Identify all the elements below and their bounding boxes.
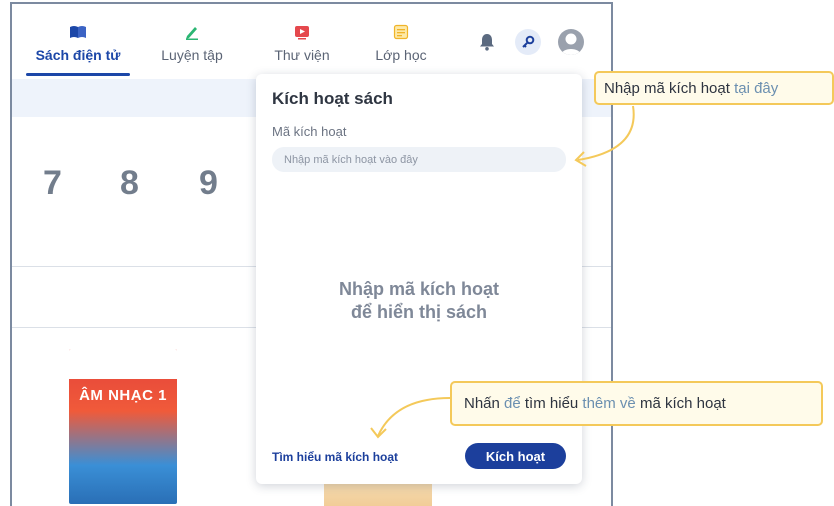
- avatar-icon[interactable]: [558, 29, 584, 55]
- callout-text-highlight: tại đây: [734, 79, 779, 97]
- book-cover-music-1[interactable]: ÂM NHẠC 1: [69, 349, 177, 504]
- empty-line: Nhập mã kích hoạt: [338, 279, 500, 299]
- active-tab-indicator: [26, 73, 130, 76]
- grade-number[interactable]: 8: [120, 164, 139, 203]
- bell-icon[interactable]: [478, 32, 496, 52]
- tab-label: Thư viện: [274, 47, 330, 63]
- tab-label: Lớp học: [375, 47, 427, 63]
- tab-classroom[interactable]: Lớp học: [370, 24, 432, 63]
- tab-label: Luyện tập: [161, 47, 223, 63]
- callout-text: Nhập mã kích hoạt: [604, 79, 730, 97]
- activation-code-label: Mã kích hoạt: [272, 124, 347, 139]
- key-icon[interactable]: [515, 29, 541, 55]
- learn-activation-code-link[interactable]: Tìm hiểu mã kích hoạt: [272, 450, 398, 464]
- activate-button[interactable]: Kích hoạt: [465, 443, 566, 469]
- tab-label: Sách điện tử: [35, 47, 121, 63]
- top-navigation: Sách điện tử Luyện tập Thư viện Lớp học: [12, 4, 611, 76]
- pencil-icon: [183, 24, 201, 40]
- callout-enter-code: Nhập mã kích hoạt tại đây: [594, 71, 834, 105]
- callout-text-highlight: để: [504, 395, 521, 412]
- book-title: ÂM NHẠC 1: [79, 387, 167, 404]
- empty-line: để hiển thị sách: [350, 302, 488, 322]
- tab-practice[interactable]: Luyện tập: [152, 24, 232, 63]
- tab-ebooks[interactable]: Sách điện tử: [26, 24, 130, 63]
- empty-state-message: Nhập mã kích hoạt để hiển thị sách: [256, 278, 582, 324]
- grade-number[interactable]: 9: [199, 164, 218, 203]
- panel-title: Kích hoạt sách: [272, 89, 393, 108]
- grade-number[interactable]: 7: [43, 164, 62, 203]
- callout-text-highlight: thêm về: [582, 395, 636, 412]
- cover-header: [69, 349, 177, 379]
- callout-learn-more: Nhấn để tìm hiểu thêm về mã kích hoạt: [450, 381, 823, 426]
- tab-library[interactable]: Thư viện: [266, 24, 338, 63]
- callout-text: Nhấn: [464, 395, 500, 412]
- activation-code-input[interactable]: [272, 147, 566, 172]
- callout-text: mã kích hoạt: [639, 395, 726, 412]
- video-icon: [293, 24, 311, 40]
- book-icon: [69, 24, 87, 40]
- notes-icon: [392, 24, 410, 40]
- callout-text: tìm hiểu: [524, 395, 579, 412]
